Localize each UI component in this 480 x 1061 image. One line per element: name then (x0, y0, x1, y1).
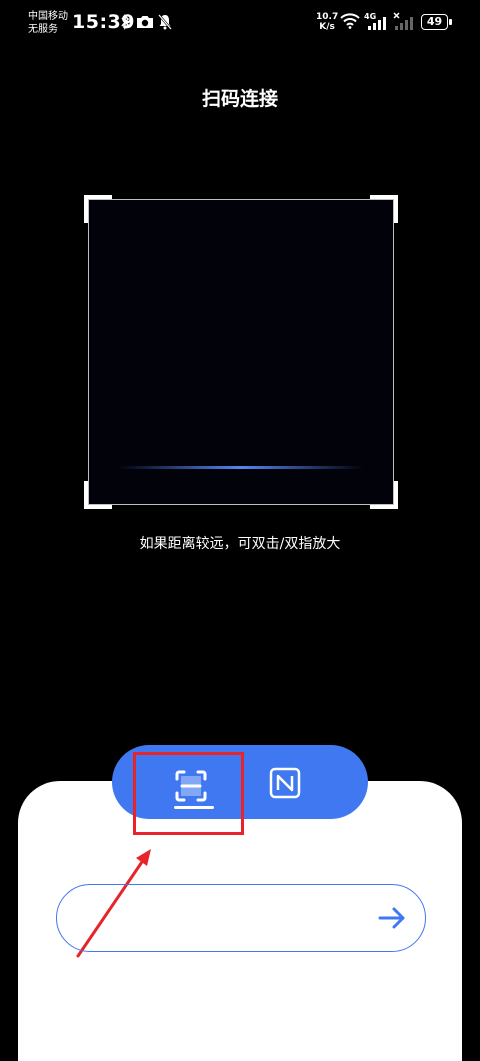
scan-line (119, 466, 363, 469)
status-bar: 中国移动 无服务 15:39 10.7 K/s 4G 49 (0, 0, 480, 48)
notifications-muted-icon (158, 14, 172, 30)
arrow-right-icon[interactable] (377, 903, 407, 933)
battery-indicator: 49 (421, 14, 452, 30)
carrier-service: 无服务 (28, 24, 58, 35)
bluetooth-icon (121, 14, 130, 30)
annotation-highlight-box (133, 752, 244, 835)
scan-viewfinder[interactable] (84, 195, 398, 509)
carrier-info: 中国移动 无服务 (28, 10, 68, 36)
camera-icon (137, 16, 153, 28)
viewfinder-corner-top-left (84, 195, 112, 223)
carrier-name: 中国移动 (28, 11, 68, 22)
connect-input[interactable] (77, 885, 371, 953)
connect-input-field[interactable] (56, 884, 426, 953)
zoom-hint: 如果距离较远，可双击/双指放大 (139, 536, 341, 552)
network-speed-value: 10.7 (316, 12, 339, 22)
viewfinder-corner-bottom-right (370, 481, 398, 509)
page-title: 扫码连接 (201, 88, 278, 110)
viewfinder-corner-top-right (370, 195, 398, 223)
network-speed-unit: K/s (319, 22, 335, 32)
wifi-icon (340, 13, 360, 29)
no-sim-signal-icon (393, 12, 413, 30)
network-speed: 10.7 K/s (316, 12, 338, 32)
signal-strength-icon (368, 17, 386, 30)
nfc-icon[interactable] (268, 766, 302, 800)
viewfinder-corner-bottom-left (84, 481, 112, 509)
